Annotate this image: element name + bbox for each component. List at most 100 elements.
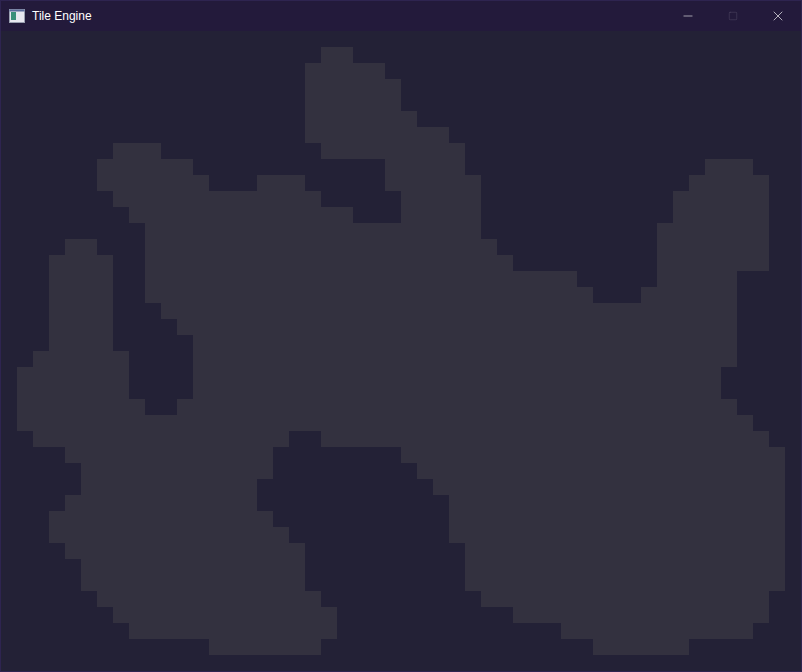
- floor-tile: [401, 367, 417, 383]
- wall-tile: [529, 191, 545, 207]
- floor-tile: [609, 511, 625, 527]
- wall-tile: [81, 223, 97, 239]
- wall-tile: [609, 271, 625, 287]
- floor-tile: [673, 623, 689, 639]
- floor-tile: [641, 527, 657, 543]
- floor-tile: [753, 431, 769, 447]
- wall-tile: [385, 607, 401, 623]
- wall-tile: [369, 511, 385, 527]
- floor-tile: [337, 367, 353, 383]
- floor-tile: [593, 511, 609, 527]
- close-button[interactable]: [755, 1, 801, 31]
- floor-tile: [497, 527, 513, 543]
- floor-tile: [465, 559, 481, 575]
- wall-tile: [625, 175, 641, 191]
- wall-tile: [81, 175, 97, 191]
- floor-tile: [97, 511, 113, 527]
- floor-tile: [721, 287, 737, 303]
- wall-tile: [481, 207, 497, 223]
- floor-tile: [737, 543, 753, 559]
- floor-tile: [625, 639, 641, 655]
- wall-tile: [353, 527, 369, 543]
- floor-tile: [129, 399, 145, 415]
- floor-tile: [113, 399, 129, 415]
- floor-tile: [545, 591, 561, 607]
- floor-tile: [417, 383, 433, 399]
- floor-tile: [145, 511, 161, 527]
- floor-tile: [673, 383, 689, 399]
- floor-tile: [241, 207, 257, 223]
- wall-tile: [273, 159, 289, 175]
- wall-tile: [129, 367, 145, 383]
- floor-tile: [305, 191, 321, 207]
- minimize-button[interactable]: [665, 1, 710, 31]
- wall-tile: [353, 639, 369, 655]
- wall-tile: [769, 271, 785, 287]
- floor-tile: [369, 239, 385, 255]
- floor-tile: [257, 415, 273, 431]
- floor-tile: [705, 335, 721, 351]
- wall-tile: [113, 639, 129, 655]
- floor-tile: [209, 271, 225, 287]
- wall-tile: [305, 527, 321, 543]
- floor-tile: [705, 607, 721, 623]
- floor-tile: [769, 479, 785, 495]
- wall-tile: [257, 479, 273, 495]
- floor-tile: [497, 271, 513, 287]
- wall-tile: [465, 623, 481, 639]
- floor-tile: [241, 223, 257, 239]
- floor-tile: [705, 239, 721, 255]
- wall-tile: [49, 479, 65, 495]
- floor-tile: [641, 431, 657, 447]
- wall-tile: [433, 591, 449, 607]
- wall-tile: [225, 79, 241, 95]
- wall-tile: [449, 79, 465, 95]
- wall-tile: [657, 111, 673, 127]
- floor-tile: [177, 399, 193, 415]
- floor-tile: [81, 367, 97, 383]
- wall-tile: [513, 79, 529, 95]
- floor-tile: [145, 591, 161, 607]
- wall-tile: [737, 95, 753, 111]
- floor-tile: [305, 239, 321, 255]
- floor-tile: [705, 575, 721, 591]
- title-bar[interactable]: Tile Engine: [1, 1, 801, 31]
- wall-tile: [257, 495, 273, 511]
- wall-tile: [17, 143, 33, 159]
- floor-tile: [81, 415, 97, 431]
- floor-tile: [769, 543, 785, 559]
- wall-tile: [769, 223, 785, 239]
- floor-tile: [545, 559, 561, 575]
- floor-tile: [209, 607, 225, 623]
- floor-tile: [177, 207, 193, 223]
- floor-tile: [673, 447, 689, 463]
- floor-tile: [657, 463, 673, 479]
- wall-tile: [337, 623, 353, 639]
- wall-tile: [465, 31, 481, 47]
- floor-tile: [593, 607, 609, 623]
- wall-tile: [1, 159, 17, 175]
- floor-tile: [209, 463, 225, 479]
- floor-tile: [625, 607, 641, 623]
- wall-tile: [49, 559, 65, 575]
- wall-tile: [369, 463, 385, 479]
- floor-tile: [369, 383, 385, 399]
- floor-tile: [513, 415, 529, 431]
- wall-tile: [769, 95, 785, 111]
- wall-tile: [1, 127, 17, 143]
- wall-tile: [161, 319, 177, 335]
- floor-tile: [577, 527, 593, 543]
- wall-tile: [577, 127, 593, 143]
- tile-row: [1, 559, 801, 575]
- wall-tile: [609, 63, 625, 79]
- floor-tile: [353, 143, 369, 159]
- wall-tile: [113, 271, 129, 287]
- wall-tile: [321, 463, 337, 479]
- floor-tile: [337, 319, 353, 335]
- floor-tile: [177, 495, 193, 511]
- wall-tile: [577, 271, 593, 287]
- wall-tile: [1, 575, 17, 591]
- wall-tile: [449, 543, 465, 559]
- wall-tile: [753, 623, 769, 639]
- wall-tile: [545, 31, 561, 47]
